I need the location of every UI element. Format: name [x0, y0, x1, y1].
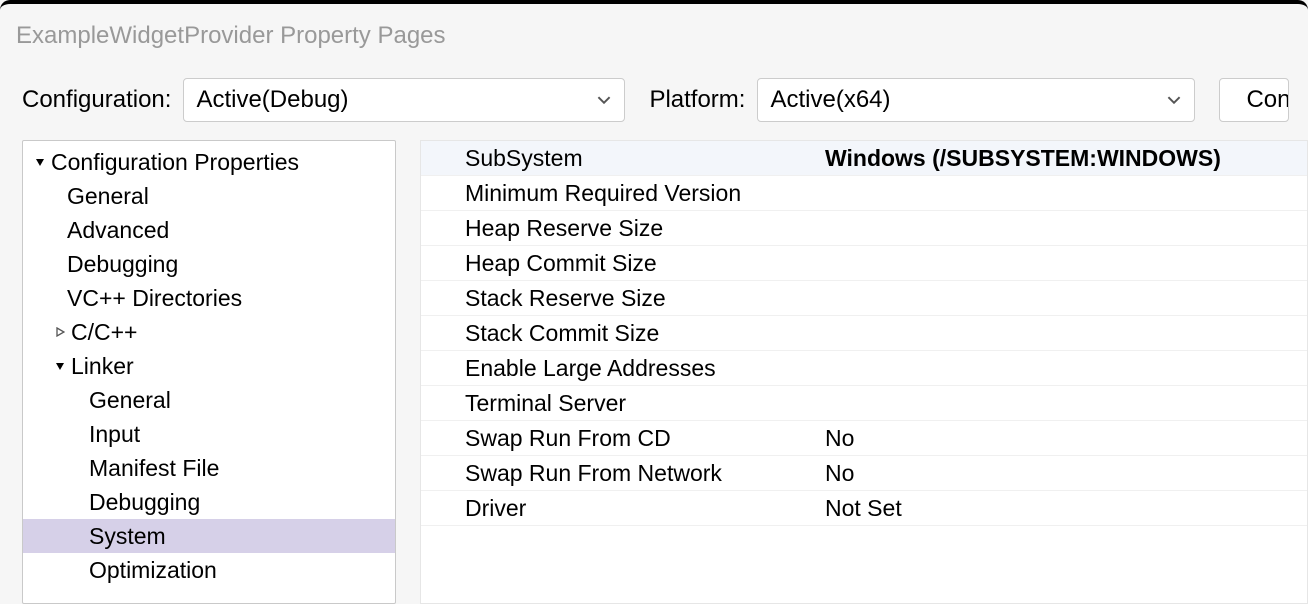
tree-label: Advanced — [67, 217, 169, 244]
tree-item-linker-optimization[interactable]: Optimization — [23, 553, 395, 587]
configuration-manager-button[interactable]: Conf — [1219, 78, 1289, 122]
grid-row[interactable]: Driver Not Set — [421, 491, 1307, 526]
tree-item-advanced[interactable]: Advanced — [23, 213, 395, 247]
grid-row-value[interactable]: No — [817, 460, 1307, 487]
grid-row-label: SubSystem — [421, 145, 817, 172]
property-pages-window: ExampleWidgetProvider Property Pages Con… — [0, 0, 1308, 604]
tree-item-linker-input[interactable]: Input — [23, 417, 395, 451]
grid-row-label: Stack Commit Size — [421, 320, 817, 347]
chevron-down-icon — [594, 93, 614, 107]
grid-row[interactable]: Terminal Server — [421, 386, 1307, 421]
grid-row-value[interactable]: Windows (/SUBSYSTEM:WINDOWS) — [817, 145, 1307, 172]
tree-item-linker-general[interactable]: General — [23, 383, 395, 417]
platform-combo[interactable]: Active(x64) — [757, 78, 1195, 122]
chevron-down-icon — [1164, 93, 1184, 107]
configuration-label: Configuration: — [22, 86, 171, 114]
window-title: ExampleWidgetProvider Property Pages — [0, 4, 1308, 54]
grid-row-value[interactable]: Not Set — [817, 495, 1307, 522]
grid-row-label: Heap Commit Size — [421, 250, 817, 277]
tree-item-linker-debugging[interactable]: Debugging — [23, 485, 395, 519]
category-tree[interactable]: Configuration Properties General Advance… — [22, 140, 396, 604]
grid-row[interactable]: Swap Run From Network No — [421, 456, 1307, 491]
platform-value: Active(x64) — [770, 86, 890, 114]
tree-item-linker[interactable]: Linker — [23, 349, 395, 383]
grid-row-label: Stack Reserve Size — [421, 285, 817, 312]
toolbar: Configuration: Active(Debug) Platform: A… — [0, 54, 1308, 140]
grid-row-label: Heap Reserve Size — [421, 215, 817, 242]
platform-label: Platform: — [649, 86, 745, 114]
grid-row-label: Driver — [421, 495, 817, 522]
grid-row[interactable]: Minimum Required Version — [421, 176, 1307, 211]
grid-row[interactable]: Heap Commit Size — [421, 246, 1307, 281]
configuration-value: Active(Debug) — [196, 86, 348, 114]
tree-label: Debugging — [67, 251, 178, 278]
tree-label: Manifest File — [89, 455, 219, 482]
configuration-manager-label: Conf — [1246, 86, 1289, 114]
tree-label: VC++ Directories — [67, 285, 242, 312]
tree-item-linker-manifest[interactable]: Manifest File — [23, 451, 395, 485]
grid-row-label: Enable Large Addresses — [421, 355, 817, 382]
grid-row[interactable]: Stack Reserve Size — [421, 281, 1307, 316]
configuration-combo[interactable]: Active(Debug) — [183, 78, 625, 122]
tree-label: Input — [89, 421, 140, 448]
grid-row-label: Swap Run From CD — [421, 425, 817, 452]
tree-item-debugging[interactable]: Debugging — [23, 247, 395, 281]
collapsed-icon — [51, 323, 69, 341]
tree-label: Debugging — [89, 489, 200, 516]
expanded-icon — [31, 153, 49, 171]
grid-row[interactable]: Enable Large Addresses — [421, 351, 1307, 386]
tree-label: General — [89, 387, 171, 414]
tree-item-linker-system[interactable]: System — [23, 519, 395, 553]
grid-row-label: Minimum Required Version — [421, 180, 817, 207]
tree-label: C/C++ — [71, 319, 137, 346]
tree-label: Optimization — [89, 557, 217, 584]
property-grid: SubSystem Windows (/SUBSYSTEM:WINDOWS) M… — [420, 140, 1308, 604]
grid-row-label: Swap Run From Network — [421, 460, 817, 487]
tree-label: System — [89, 523, 166, 550]
tree-label: Linker — [71, 353, 134, 380]
grid-row[interactable]: Heap Reserve Size — [421, 211, 1307, 246]
body: Configuration Properties General Advance… — [0, 140, 1308, 604]
tree-item-vc-directories[interactable]: VC++ Directories — [23, 281, 395, 315]
tree-item-general[interactable]: General — [23, 179, 395, 213]
grid-row[interactable]: Stack Commit Size — [421, 316, 1307, 351]
tree-label: Configuration Properties — [51, 149, 299, 176]
tree-root-configuration-properties[interactable]: Configuration Properties — [23, 145, 395, 179]
expanded-icon — [51, 357, 69, 375]
grid-row[interactable]: SubSystem Windows (/SUBSYSTEM:WINDOWS) — [421, 141, 1307, 176]
grid-row[interactable]: Swap Run From CD No — [421, 421, 1307, 456]
tree-item-cpp[interactable]: C/C++ — [23, 315, 395, 349]
tree-label: General — [67, 183, 149, 210]
grid-row-value[interactable]: No — [817, 425, 1307, 452]
grid-row-label: Terminal Server — [421, 390, 817, 417]
